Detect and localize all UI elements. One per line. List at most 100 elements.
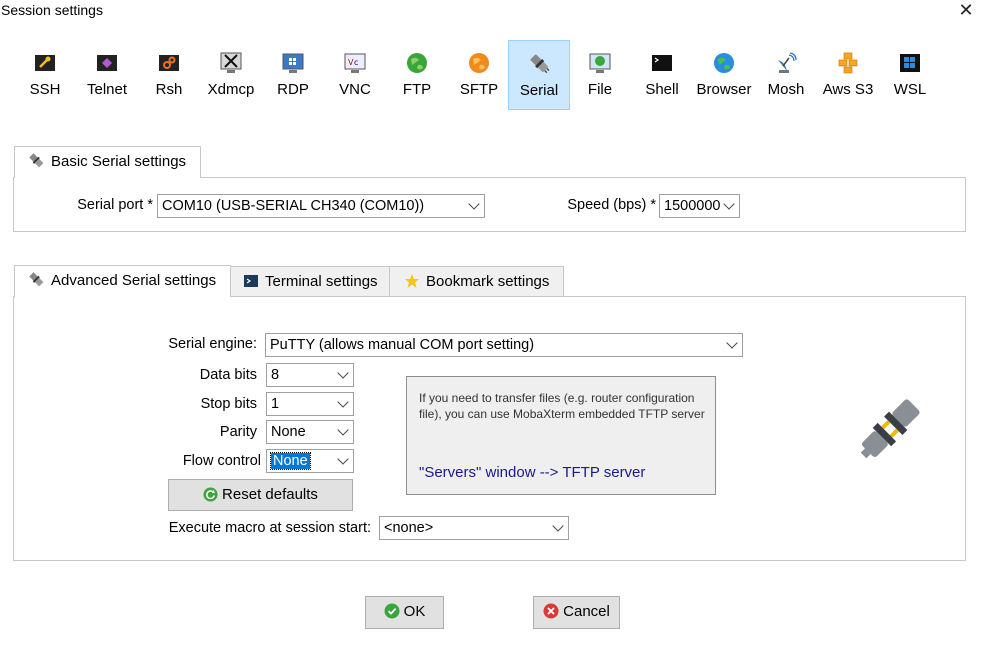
protocol-label: RDP <box>277 81 309 98</box>
chevron-down-icon <box>552 520 564 532</box>
macro-value: <none> <box>384 520 434 536</box>
macro-label: Execute macro at session start: <box>168 520 371 536</box>
protocol-sftp[interactable]: SFTP <box>448 40 510 110</box>
protocol-label: VNC <box>339 81 371 98</box>
protocol-mosh[interactable]: Mosh <box>755 40 817 110</box>
chevron-down-icon <box>337 396 349 408</box>
basic-settings-panel: Serial port * COM10 (USB-SERIAL CH340 (C… <box>13 177 966 232</box>
serial-engine-select[interactable]: PuTTY (allows manual COM port setting) <box>265 333 743 357</box>
stop-bits-select[interactable]: 1 <box>266 392 354 416</box>
protocol-label: Mosh <box>767 81 805 98</box>
protocol-vnc[interactable]: Vc VNC <box>324 40 386 110</box>
tab-advanced-serial-settings[interactable]: Advanced Serial settings <box>14 265 232 297</box>
ok-button[interactable]: OK <box>365 596 444 629</box>
cancel-button[interactable]: Cancel <box>533 596 620 629</box>
chevron-down-icon <box>726 337 738 349</box>
serial-plug-icon <box>29 272 44 287</box>
serial-port-label: Serial port * <box>77 197 153 213</box>
cancel-label: Cancel <box>563 603 610 620</box>
macro-select[interactable]: <none> <box>379 516 569 540</box>
stop-bits-value: 1 <box>271 396 280 412</box>
ftp-globe-icon <box>407 53 427 73</box>
browser-globe-icon <box>714 53 734 73</box>
speed-value: 1500000 <box>664 198 721 214</box>
reset-defaults-label: Reset defaults <box>222 486 318 503</box>
protocol-aws-s3[interactable]: Aws S3 <box>817 40 879 110</box>
mosh-satellite-icon <box>778 52 797 73</box>
protocol-shell[interactable]: Shell <box>631 40 693 110</box>
tab-label: Basic Serial settings <box>51 153 187 170</box>
chevron-down-icon <box>337 367 349 379</box>
flow-control-label: Flow control <box>182 453 261 469</box>
cancel-x-icon <box>543 603 559 619</box>
flow-control-value: None <box>270 452 311 470</box>
protocol-rsh[interactable]: Rsh <box>138 40 200 110</box>
protocol-label: Aws S3 <box>822 81 874 98</box>
tab-label: Advanced Serial settings <box>51 272 217 289</box>
tab-basic-serial-settings[interactable]: Basic Serial settings <box>14 146 202 178</box>
speed-label: Speed (bps) * <box>567 197 656 213</box>
protocol-label: FTP <box>402 81 432 98</box>
protocol-rdp[interactable]: RDP <box>262 40 324 110</box>
reset-defaults-button[interactable]: Reset defaults <box>168 479 353 511</box>
protocol-label: Shell <box>645 81 679 98</box>
tftp-server-link[interactable]: "Servers" window --> TFTP server <box>419 464 645 481</box>
window-title: Session settings <box>1 2 103 18</box>
serial-plug-icon <box>530 54 550 74</box>
protocol-label: Rsh <box>155 81 183 98</box>
protocol-bar: SSH Telnet Rsh Xdmcp RDP Vc VNC FTP SFTP… <box>14 40 944 110</box>
terminal-icon <box>244 275 258 287</box>
tab-label: Bookmark settings <box>426 273 550 290</box>
close-icon[interactable]: ✕ <box>955 0 977 22</box>
parity-select[interactable]: None <box>266 420 354 444</box>
chevron-down-icon <box>337 424 349 436</box>
tab-terminal-settings[interactable]: Terminal settings <box>228 266 393 296</box>
xdmcp-icon <box>220 52 242 73</box>
protocol-label: Telnet <box>86 81 128 98</box>
star-icon <box>405 274 419 288</box>
wsl-windows-icon <box>900 54 920 72</box>
protocol-telnet[interactable]: Telnet <box>76 40 138 110</box>
protocol-label: Xdmcp <box>207 81 255 98</box>
serial-engine-label: Serial engine: <box>168 336 257 352</box>
serial-plug-icon <box>29 153 44 168</box>
chevron-down-icon <box>468 198 480 210</box>
stop-bits-label: Stop bits <box>200 396 257 412</box>
speed-select[interactable]: 1500000 <box>659 194 740 218</box>
protocol-label: SSH <box>29 81 61 98</box>
chevron-down-icon <box>337 453 349 465</box>
protocol-serial[interactable]: Serial <box>508 40 570 110</box>
protocol-label: SFTP <box>459 81 499 98</box>
ok-label: OK <box>403 603 426 620</box>
protocol-ssh[interactable]: SSH <box>14 40 76 110</box>
sftp-globe-icon <box>469 53 489 73</box>
flow-control-select[interactable]: None <box>266 449 354 473</box>
rdp-monitor-icon <box>282 53 304 73</box>
file-monitor-icon <box>589 53 611 73</box>
protocol-label: Serial <box>519 82 559 99</box>
protocol-ftp[interactable]: FTP <box>386 40 448 110</box>
rsh-icon <box>159 55 179 71</box>
protocol-browser[interactable]: Browser <box>693 40 755 110</box>
protocol-xdmcp[interactable]: Xdmcp <box>200 40 262 110</box>
ssh-key-icon <box>35 55 55 71</box>
protocol-label: File <box>587 81 613 98</box>
protocol-file[interactable]: File <box>569 40 631 110</box>
svg-text:c: c <box>354 58 358 67</box>
parity-label: Parity <box>219 424 257 440</box>
protocol-wsl[interactable]: WSL <box>879 40 941 110</box>
serial-port-select[interactable]: COM10 (USB-SERIAL CH340 (COM10)) <box>157 194 485 218</box>
serial-port-value: COM10 (USB-SERIAL CH340 (COM10)) <box>162 198 425 214</box>
vnc-icon: Vc <box>344 53 366 73</box>
tab-label: Terminal settings <box>265 273 378 290</box>
tab-bookmark-settings[interactable]: Bookmark settings <box>389 266 565 296</box>
serial-plug-illustration-icon <box>860 399 920 459</box>
chevron-down-icon <box>723 198 735 210</box>
data-bits-select[interactable]: 8 <box>266 363 354 387</box>
shell-terminal-icon <box>652 55 672 71</box>
tftp-info-box: If you need to transfer files (e.g. rout… <box>406 376 716 495</box>
serial-engine-value: PuTTY (allows manual COM port setting) <box>270 337 535 353</box>
data-bits-label: Data bits <box>199 367 257 383</box>
protocol-label: WSL <box>893 81 927 98</box>
parity-value: None <box>271 424 306 440</box>
